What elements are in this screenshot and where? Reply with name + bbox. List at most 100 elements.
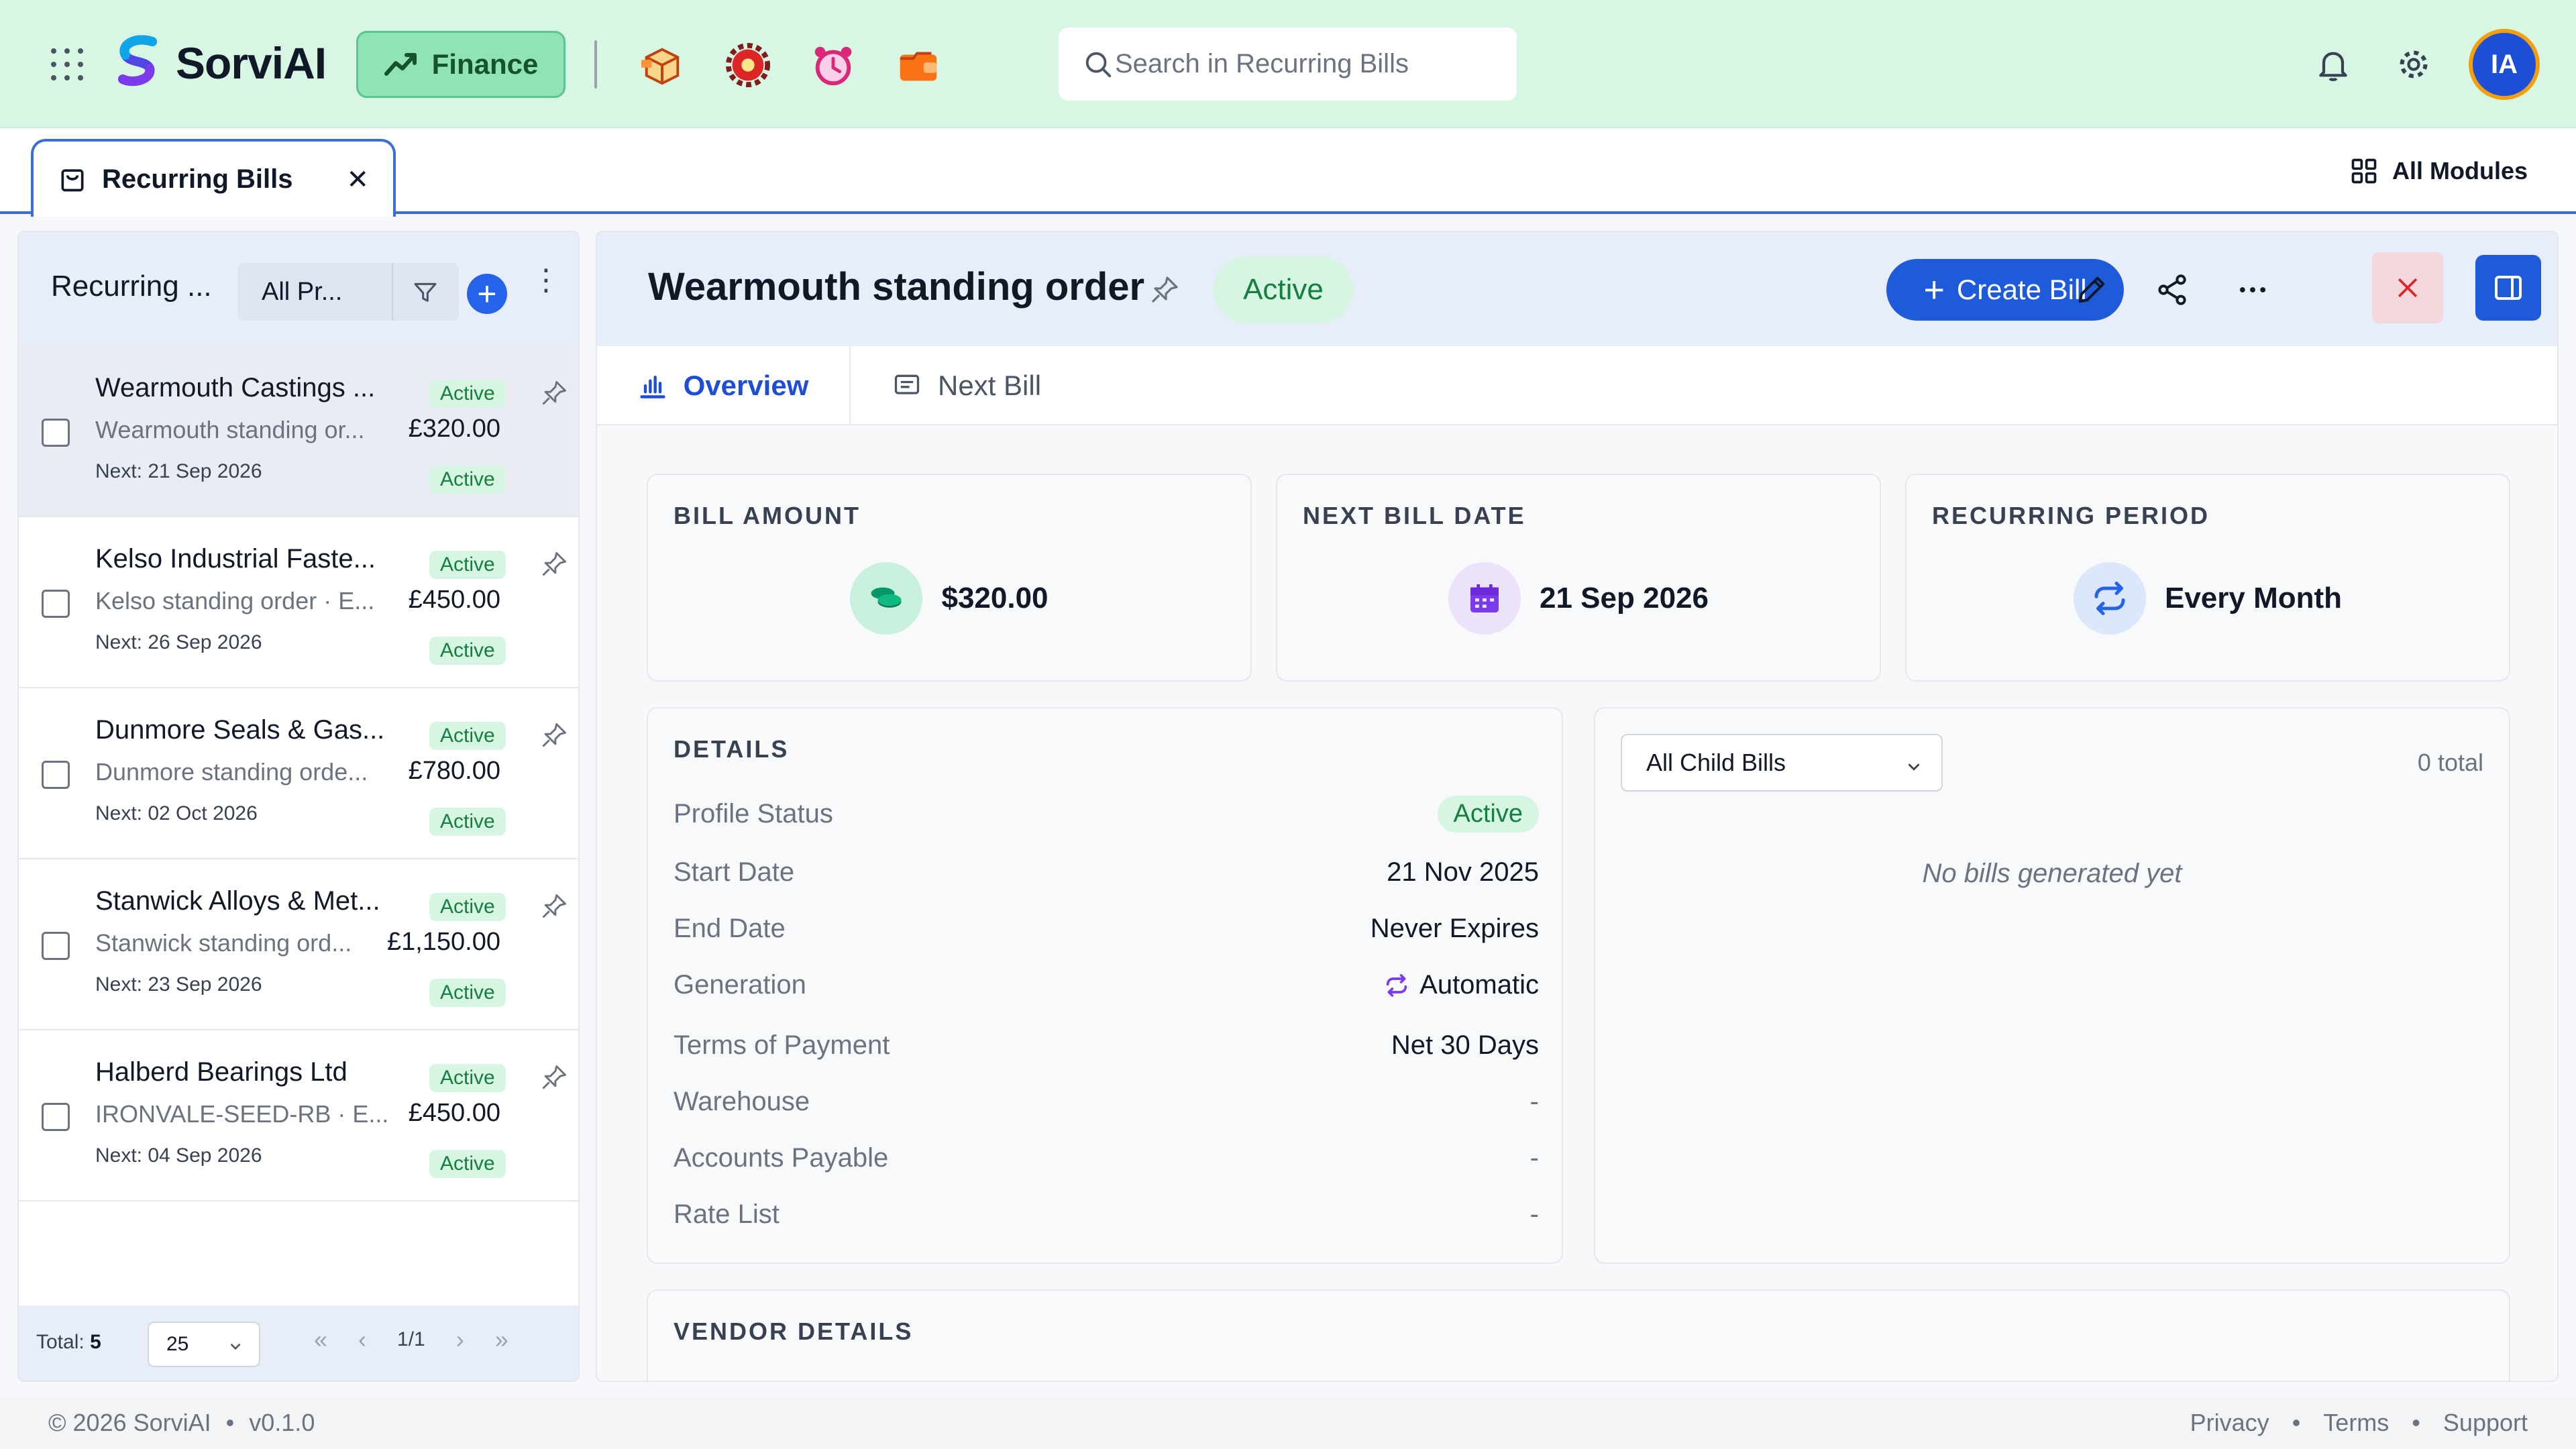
card-title: NEXT BILL DATE (1303, 502, 1526, 529)
footer-dot: • (2412, 1409, 2420, 1436)
share-icon[interactable] (2155, 272, 2190, 307)
list-title[interactable]: Recurring ... (51, 270, 212, 303)
vendor-name: Stanwick Alloys & Met... (95, 886, 380, 916)
vendor-details-card: VENDOR DETAILS (647, 1289, 2510, 1381)
child-bills-select-value: All Child Bills (1646, 749, 1786, 776)
pin-icon[interactable] (539, 720, 569, 753)
tab-next-bill[interactable]: Next Bill (892, 346, 1041, 425)
status-badge: Active (429, 893, 506, 921)
add-recurring-bill-button[interactable]: + (467, 274, 507, 314)
stat-row: $320.00 (648, 562, 1250, 635)
status-badge: Active (429, 637, 506, 665)
detail-value: - (1529, 1143, 1539, 1173)
filter-select[interactable]: All Pr... (237, 278, 392, 307)
pin-icon[interactable] (539, 549, 569, 582)
child-bills-filter-select[interactable]: All Child Bills (1621, 734, 1943, 792)
side-panel-icon (2495, 276, 2522, 300)
list-header: Recurring ... All Pr... + ⋮ (19, 232, 578, 346)
tab-recurring-bills[interactable]: Recurring Bills ✕ (31, 139, 396, 217)
list-item[interactable]: Kelso Industrial Faste... Active Kelso sta… (19, 517, 578, 688)
detail-row-rate-list: Rate List - (674, 1199, 1539, 1230)
search-input[interactable]: Search in Recurring Bills (1059, 28, 1517, 101)
profile-filter[interactable]: All Pr... (237, 263, 459, 321)
support-link[interactable]: Support (2443, 1409, 2528, 1437)
all-modules-button[interactable]: All Modules (2349, 156, 2528, 186)
footer-dot: • (2292, 1409, 2301, 1436)
pagination: « ‹ 1/1 › » (314, 1326, 508, 1354)
bill-reference: IRONVALE-SEED-RB · E... (95, 1100, 389, 1128)
row-checkbox[interactable] (42, 1103, 70, 1131)
close-detail-button[interactable] (2372, 252, 2443, 323)
prev-page-icon[interactable]: ‹ (358, 1326, 366, 1354)
empty-state-text: No bills generated yet (1922, 859, 2182, 888)
tab-next-bill-label: Next Bill (938, 370, 1042, 401)
list-item[interactable]: Stanwick Alloys & Met... Active Stanwick s… (19, 859, 578, 1030)
row-checkbox[interactable] (42, 761, 70, 789)
wallet-folder-icon[interactable] (895, 42, 942, 89)
details-card: DETAILS Profile Status Active Start Date… (647, 707, 1563, 1264)
detail-key: Generation (674, 970, 806, 1000)
row-checkbox[interactable] (42, 590, 70, 618)
avatar[interactable]: IA (2469, 29, 2540, 100)
tab-label: Recurring Bills (102, 164, 293, 194)
page-size-value: 25 (166, 1333, 189, 1355)
detail-row-start-date: Start Date 21 Nov 2025 (674, 857, 1539, 888)
child-bills-card: All Child Bills 0 total No bills generat… (1594, 707, 2510, 1264)
privacy-link[interactable]: Privacy (2190, 1409, 2269, 1437)
bar-chart-icon (639, 375, 665, 398)
status-badge: Active (429, 1150, 506, 1178)
bill-amount-card: BILL AMOUNT $320.00 (647, 474, 1252, 682)
alarm-clock-icon[interactable] (810, 42, 857, 89)
filter-icon[interactable] (412, 278, 439, 305)
detail-key: Profile Status (674, 799, 833, 828)
gear-settings-app-icon[interactable] (724, 42, 771, 89)
terms-link[interactable]: Terms (2323, 1409, 2389, 1437)
status-badge: Active (429, 466, 506, 494)
list-item[interactable]: Wearmouth Castings ... Active Wearmouth st… (19, 346, 578, 517)
list-item[interactable]: Dunmore Seals & Gas... Active Dunmore stan… (19, 688, 578, 859)
bill-reference: Stanwick standing ord... (95, 929, 352, 957)
pin-icon[interactable] (539, 892, 569, 924)
next-bill-date: Next: 23 Sep 2026 (95, 973, 262, 996)
status-badge: Active (429, 380, 506, 408)
tab-overview[interactable]: Overview (597, 346, 851, 425)
inventory-box-icon[interactable] (639, 42, 686, 89)
pin-icon[interactable] (1148, 274, 1181, 306)
child-bills-total: 0 total (2417, 749, 2483, 776)
brand-name: SorviAI (176, 38, 327, 88)
pin-icon[interactable] (539, 378, 569, 411)
app-launcher-icon[interactable] (51, 48, 83, 80)
last-page-icon[interactable]: » (495, 1326, 508, 1354)
edit-pencil-icon[interactable] (2074, 272, 2109, 307)
bell-icon[interactable] (2314, 46, 2352, 83)
detail-key: End Date (674, 914, 786, 943)
page-footer: © 2026 SorviAI • v0.1.0 Privacy • Terms … (0, 1397, 2576, 1449)
detail-tabs: Overview Next Bill (597, 346, 2557, 425)
brand-logo[interactable]: SorviAI (111, 34, 327, 93)
next-bill-date-card: NEXT BILL DATE 21 Sep 2026 (1276, 474, 1881, 682)
row-checkbox[interactable] (42, 419, 70, 447)
vendor-name: Dunmore Seals & Gas... (95, 715, 385, 745)
detail-row-warehouse: Warehouse - (674, 1087, 1539, 1117)
divider (392, 263, 393, 321)
list-item[interactable]: Halberd Bearings Ltd Active IRONVALE-SEED-… (19, 1030, 578, 1201)
pin-icon[interactable] (539, 1063, 569, 1095)
create-bill-label: Create Bill (1956, 274, 2087, 305)
recurring-period-value: Every Month (2164, 582, 2343, 614)
close-tab-icon[interactable]: ✕ (346, 164, 369, 195)
card-title: RECURRING PERIOD (1932, 502, 2210, 529)
first-page-icon[interactable]: « (314, 1326, 327, 1354)
toggle-side-panel-button[interactable] (2475, 255, 2541, 321)
next-page-icon[interactable]: › (456, 1326, 464, 1354)
gear-icon[interactable] (2395, 46, 2432, 83)
tab-strip: Recurring Bills ✕ All Modules (0, 129, 2576, 217)
status-badge: Active (1213, 256, 1354, 323)
module-switch-finance[interactable]: Finance (356, 31, 566, 98)
status-badge: Active (429, 551, 506, 579)
page-title: Wearmouth standing order (648, 265, 1145, 309)
more-options-icon[interactable]: ⋮ (531, 266, 561, 295)
page-size-select[interactable]: 25 (148, 1322, 260, 1367)
row-checkbox[interactable] (42, 932, 70, 960)
status-badge: Active (429, 979, 506, 1007)
more-horizontal-icon[interactable] (2235, 272, 2270, 307)
